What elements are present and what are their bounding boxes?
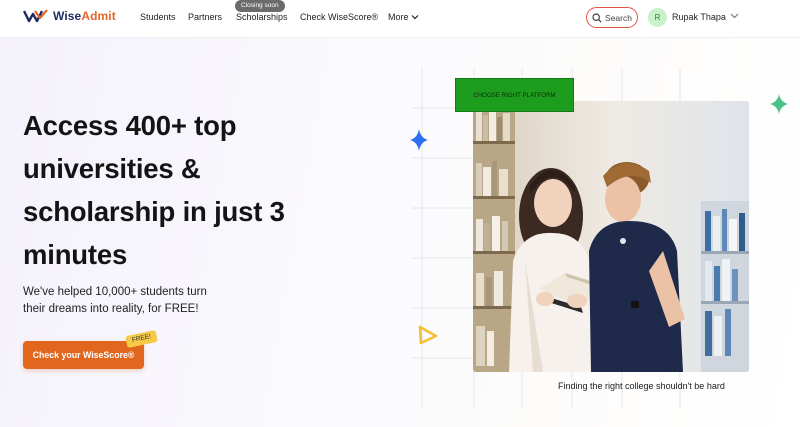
search-label: Search: [605, 12, 632, 23]
nav-check-wisescore[interactable]: Check WiseScore®: [300, 12, 378, 22]
chevron-down-icon: [411, 15, 418, 20]
closing-soon-badge: Closing soon: [235, 0, 285, 12]
nav-students[interactable]: Students: [140, 12, 176, 22]
user-menu-chevron-icon[interactable]: [730, 13, 739, 19]
sparkle-icon: [770, 94, 788, 114]
user-avatar[interactable]: R: [648, 8, 667, 27]
search-icon: [592, 12, 602, 23]
choose-right-platform-button[interactable]: CHOOSE RIGHT PLATFORM: [455, 78, 574, 112]
logo-icon: [23, 9, 48, 23]
photo-caption: Finding the right college shouldn't be h…: [558, 381, 725, 391]
students-reading-photo: [473, 101, 749, 372]
top-navbar: WiseAdmit Students Partners Closing soon…: [0, 0, 800, 38]
user-name[interactable]: Rupak Thapa: [672, 12, 726, 22]
nav-more[interactable]: More: [388, 12, 419, 22]
triangle-icon: [418, 325, 438, 345]
search-button[interactable]: Search: [586, 7, 638, 28]
photo-illustration: [473, 101, 749, 372]
nav-more-label: More: [388, 12, 409, 22]
hero-subtext: We've helped 10,000+ students turn their…: [23, 286, 207, 315]
wiseadmit-logo[interactable]: WiseAdmit: [23, 9, 116, 23]
check-wisescore-button[interactable]: Check your WiseScore®: [23, 341, 144, 369]
logo-text: WiseAdmit: [53, 9, 116, 23]
nav-scholarships[interactable]: Scholarships: [236, 12, 288, 22]
sparkle-icon: [410, 129, 428, 151]
nav-partners[interactable]: Partners: [188, 12, 222, 22]
hero-headline: Access 400+ top universities & scholarsh…: [23, 110, 285, 270]
